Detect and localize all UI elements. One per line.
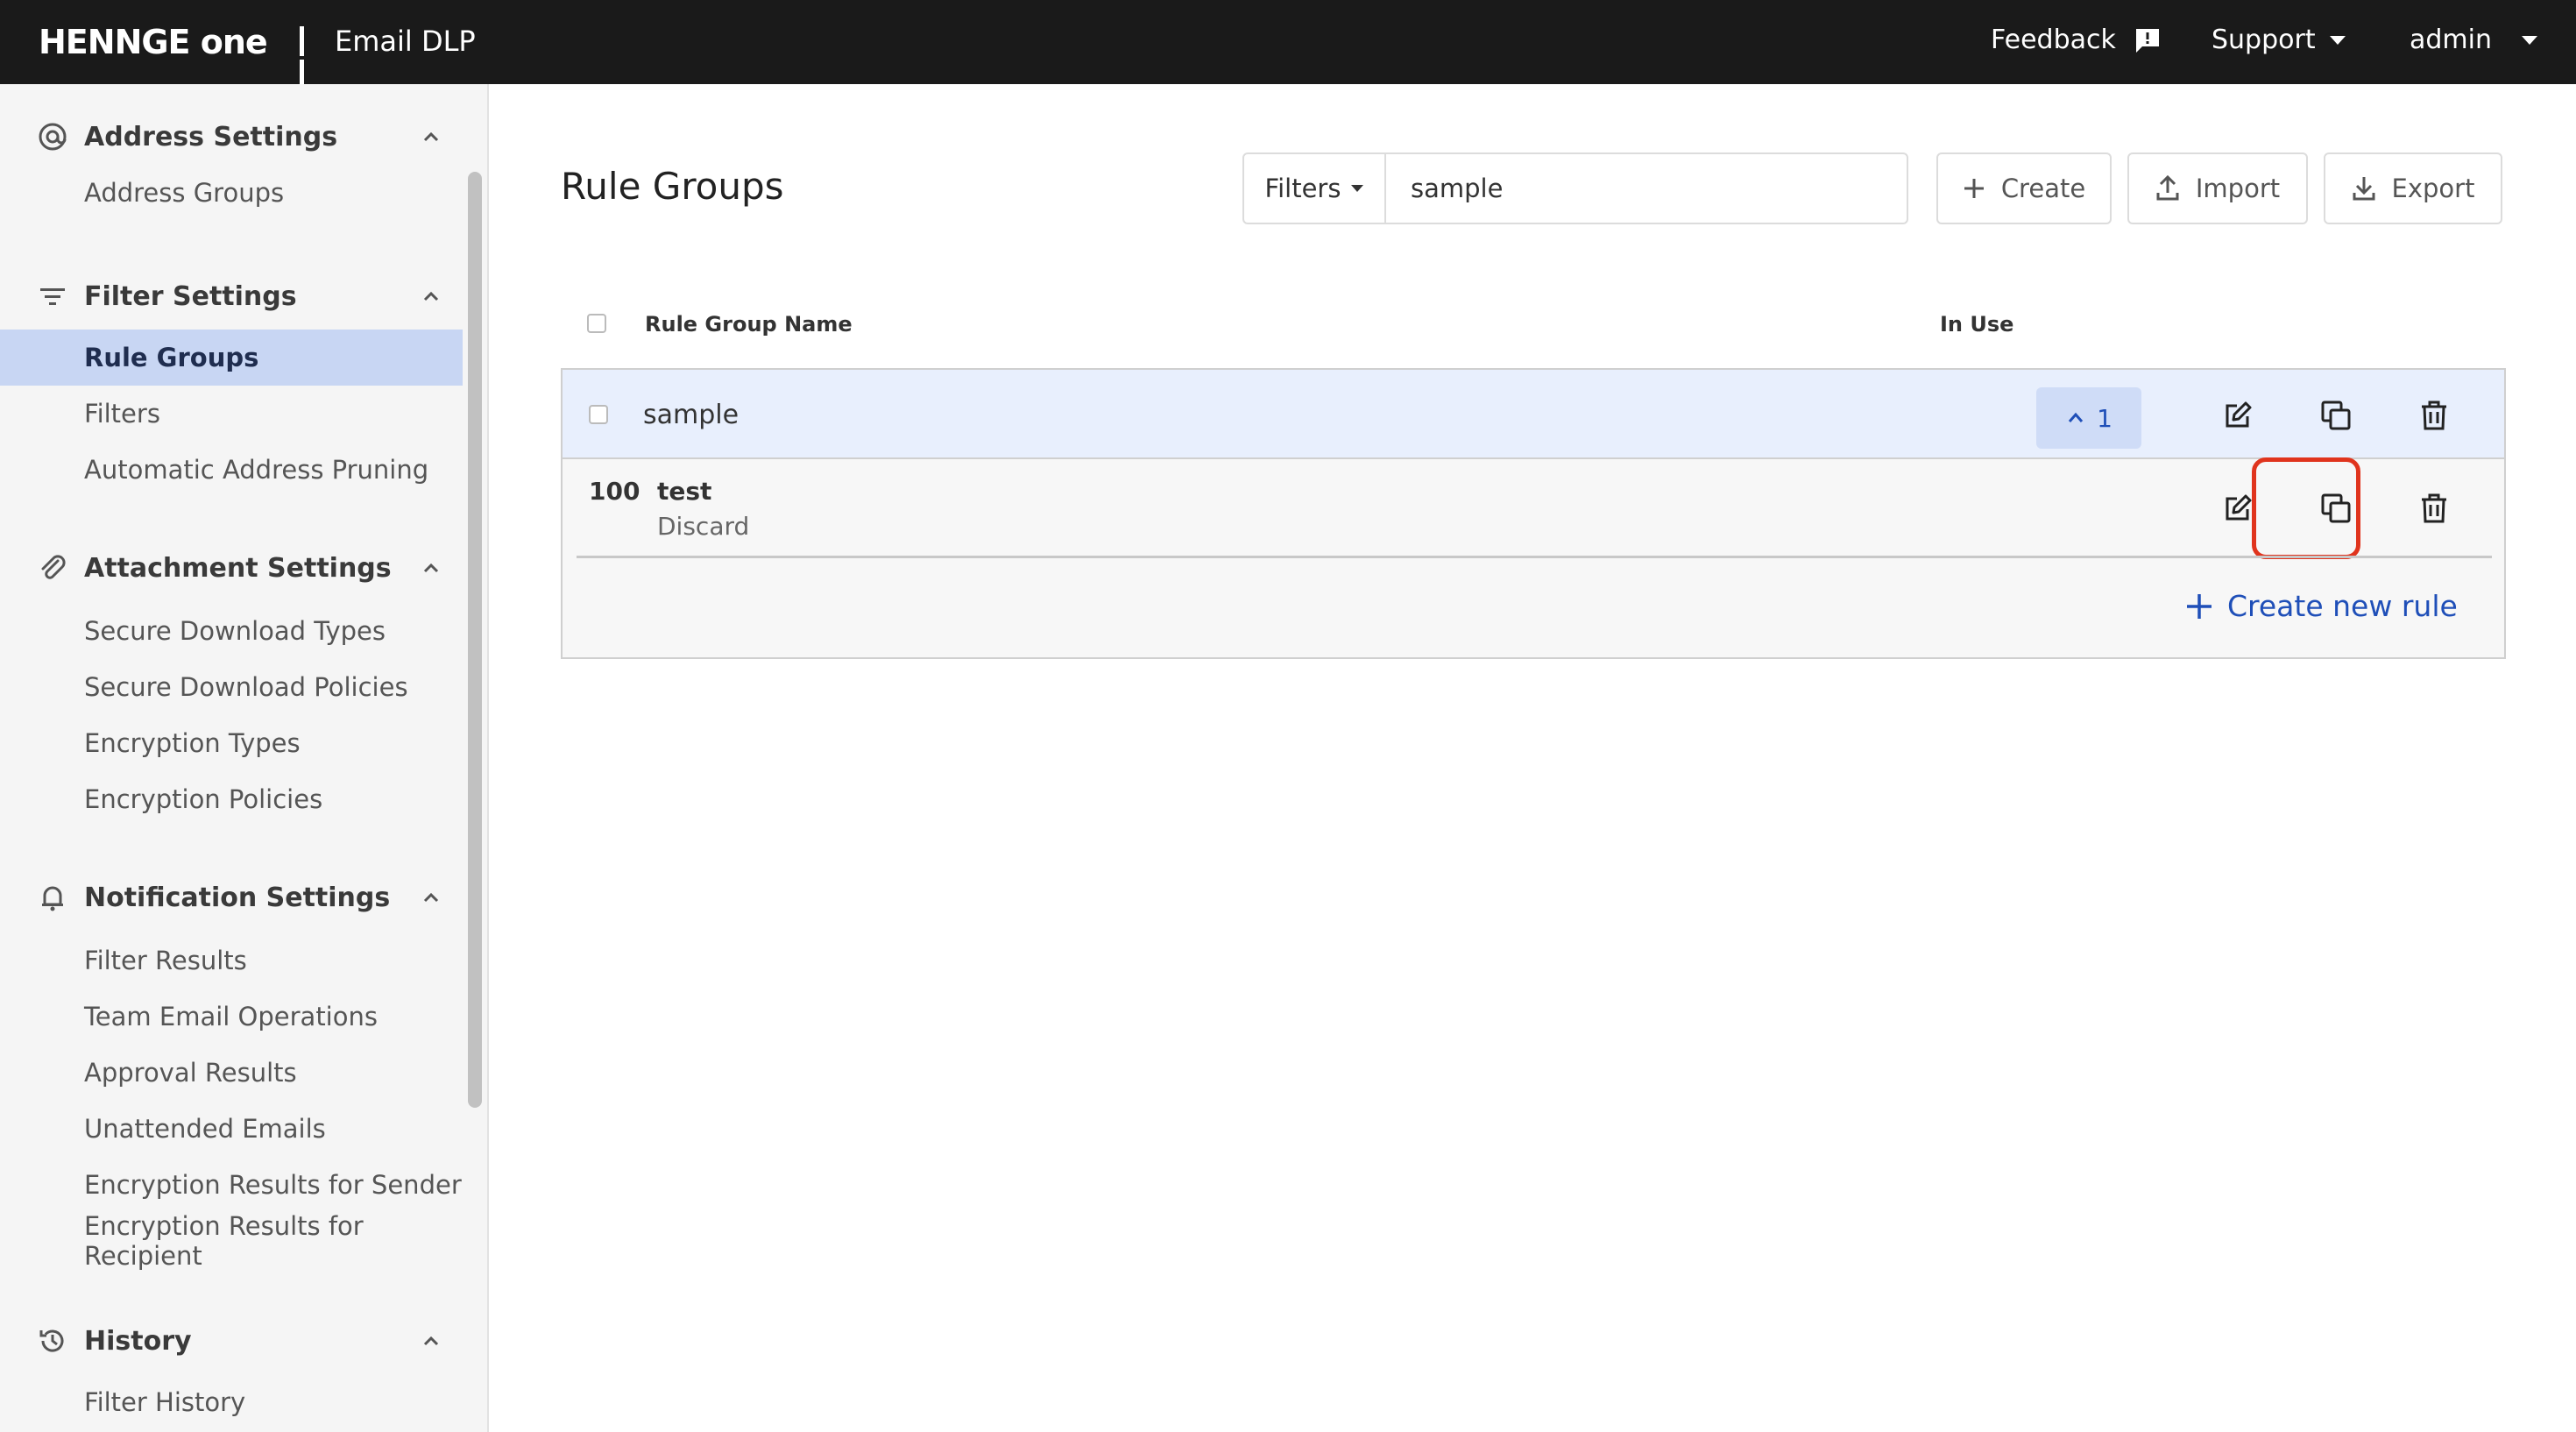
feedback-icon [2135,28,2159,53]
section-filter-settings[interactable]: Filter Settings [0,270,464,323]
copy-group-button[interactable] [2311,391,2360,440]
product-name: Email DLP [335,25,476,58]
upload-icon [2156,175,2179,201]
section-history[interactable]: History [0,1315,464,1367]
chevron-up-icon[interactable] [419,1329,443,1353]
delete-group-button[interactable] [2410,391,2459,440]
select-all-checkbox[interactable] [587,314,606,333]
section-title: History [84,1325,192,1357]
copy-icon [2321,401,2351,430]
chevron-up-icon [2068,412,2084,422]
page-title: Rule Groups [561,165,784,208]
trash-icon [2422,401,2446,430]
section-title: Notification Settings [84,882,391,913]
section-address-settings[interactable]: Address Settings [0,110,464,163]
sidebar-item-encryption-types[interactable]: Encryption Types [0,715,463,771]
sidebar-item-encryption-policies[interactable]: Encryption Policies [0,771,463,827]
section-title: Filter Settings [84,280,297,312]
paperclip-icon [37,552,68,584]
in-use-count: 1 [2097,403,2112,433]
column-header-name: Rule Group Name [645,312,853,337]
table-row[interactable]: sample 1 [563,370,2504,459]
filter-icon [37,280,68,312]
section-title: Attachment Settings [84,552,392,584]
create-new-rule-link[interactable]: Create new rule [2185,589,2458,623]
create-button[interactable]: Create [1936,152,2112,224]
in-use-toggle-button[interactable]: 1 [2036,387,2141,449]
sidebar-item-unattended-emails[interactable]: Unattended Emails [0,1101,463,1157]
chevron-down-icon [2329,35,2346,45]
filters-label: Filters [1264,174,1341,203]
sidebar-item-encryption-results-recipient[interactable]: Encryption Results for Recipient [0,1211,463,1271]
section-attachment-settings[interactable]: Attachment Settings [0,542,464,594]
edit-icon [2226,401,2252,428]
feedback-button[interactable]: Feedback [1991,25,2162,55]
sidebar-item-secure-download-types[interactable]: Secure Download Types [0,603,463,659]
sidebar-item-secure-download-policies[interactable]: Secure Download Policies [0,659,463,715]
sidebar-item-filter-history[interactable]: Filter History [0,1374,463,1430]
bell-icon [37,882,68,913]
chevron-up-icon[interactable] [419,885,443,910]
product-divider-icon [300,26,315,89]
rule-groups-table: sample 1 100 test Discard Create new rul… [561,368,2506,659]
import-button[interactable]: Import [2127,152,2308,224]
export-label: Export [2391,174,2475,203]
chevron-up-icon[interactable] [419,556,443,580]
sidebar-item-rule-groups[interactable]: Rule Groups [0,330,463,386]
user-label: admin [2410,25,2492,55]
chevron-up-icon[interactable] [419,124,443,149]
history-icon [37,1325,68,1357]
feedback-label: Feedback [1991,25,2116,55]
create-label: Create [2000,174,2086,203]
edit-group-button[interactable] [2213,391,2262,440]
rule-action: Discard [657,512,750,541]
support-label: Support [2212,25,2316,55]
filters-dropdown[interactable]: Filters [1244,154,1386,223]
sidebar-item-automatic-address-pruning[interactable]: Automatic Address Pruning [0,442,463,498]
sidebar-item-address-groups[interactable]: Address Groups [0,165,463,221]
row-checkbox[interactable] [589,405,608,424]
export-button[interactable]: Export [2324,152,2502,224]
at-icon [37,121,68,152]
section-notification-settings[interactable]: Notification Settings [0,871,464,924]
section-title: Address Settings [84,121,338,152]
user-menu[interactable]: admin [2410,25,2537,55]
search-input[interactable] [1386,154,1907,223]
rule-row[interactable]: 100 test Discard [563,459,2504,556]
sidebar: Address Settings Address Groups Filter S… [0,84,489,1432]
trash-icon [2422,493,2446,523]
plus-icon [2187,593,2212,619]
sidebar-item-filters[interactable]: Filters [0,386,463,442]
chevron-down-icon [1351,185,1364,192]
sidebar-item-approval-results[interactable]: Approval Results [0,1045,463,1101]
edit-icon [2226,494,2252,521]
sidebar-item-encryption-results-sender[interactable]: Encryption Results for Sender [0,1157,463,1213]
column-header-in-use: In Use [1940,312,2014,337]
sidebar-item-filter-results[interactable]: Filter Results [0,932,463,989]
rule-group-name: sample [643,400,740,430]
chevron-down-icon [2522,35,2537,45]
import-label: Import [2195,174,2281,203]
rule-priority: 100 [589,477,640,506]
sidebar-scrollbar[interactable] [468,172,482,1108]
chevron-up-icon[interactable] [419,284,443,308]
plus-icon [1964,179,1984,198]
top-bar: HENNGE one Email DLP Feedback Support ad… [0,0,2576,89]
sidebar-item-team-email-operations[interactable]: Team Email Operations [0,989,463,1045]
support-menu[interactable]: Support [2212,25,2346,55]
download-icon [2353,177,2375,201]
delete-rule-button[interactable] [2410,484,2459,533]
brand-logo[interactable]: HENNGE one [39,23,268,61]
search-filter-group: Filters [1242,152,1908,224]
copy-button-highlight [2252,457,2360,559]
create-new-rule-label: Create new rule [2227,589,2458,623]
rule-name: test [657,477,712,506]
rule-divider [577,556,2492,558]
